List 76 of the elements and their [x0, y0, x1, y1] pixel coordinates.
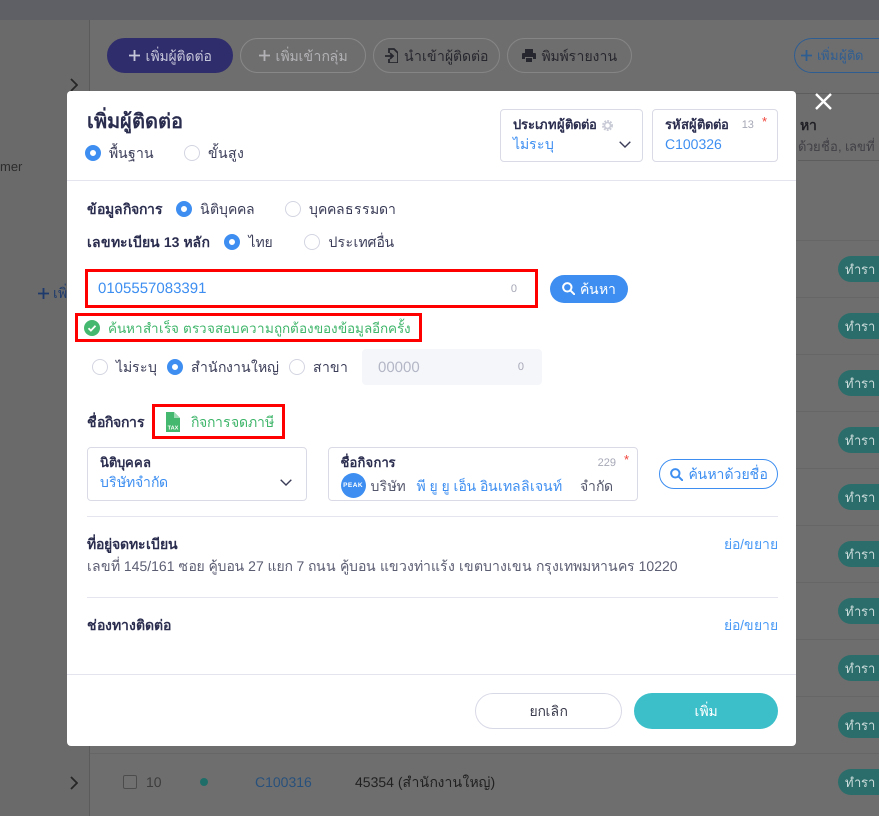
action-button[interactable]: ทำรา — [838, 370, 879, 396]
settings-icon — [602, 120, 613, 130]
field-value: พี ยู ยู เอ็น อินเทลลิเจนท์ — [416, 476, 562, 496]
char-counter: 13 — [742, 118, 754, 132]
radio-option[interactable]: ไทย — [224, 232, 272, 252]
field-label: รหัสผู้ติดต่อ — [665, 116, 729, 134]
search-icon — [670, 468, 682, 480]
name-prefix: บริษัท — [370, 476, 406, 496]
contact-code-field[interactable]: รหัสผู้ติดต่อ 13 * C100326 — [652, 109, 778, 162]
add-button[interactable]: เพิ่ม — [634, 692, 778, 728]
radio-option[interactable]: ขั้นสูง — [184, 143, 244, 163]
contact-name: 45354 (สำนักงานใหญ่) — [355, 773, 496, 792]
status-dot-icon — [200, 778, 208, 786]
chevron-down-icon — [619, 140, 631, 148]
field-value: 0105557083391 — [98, 278, 206, 298]
radio-option[interactable]: บุคคลธรรมดา — [285, 199, 396, 219]
close-button[interactable] — [814, 92, 833, 111]
search-icon — [562, 282, 575, 295]
registration-number-field[interactable]: 0105557083391 0 — [85, 269, 538, 308]
file-import-icon — [385, 48, 398, 63]
plus-icon — [128, 50, 140, 61]
action-button[interactable]: ทำรา — [838, 712, 879, 738]
section-title: ที่อยู่จดทะเบียน — [87, 534, 178, 554]
field-label: ข้อมูลกิจการ — [87, 200, 163, 219]
row-checkbox[interactable] — [123, 775, 137, 789]
field-label: ชื่อกิจการ — [87, 412, 145, 432]
radio-option[interactable]: นิติบุคคล — [176, 199, 255, 219]
action-button[interactable]: ทำรา — [838, 427, 879, 453]
sidebar-label: mer — [0, 158, 22, 176]
add-contact-button[interactable]: เพิ่มผู้ติดต่อ — [107, 38, 233, 73]
tax-status-text: กิจการจดภาษี — [191, 412, 274, 432]
chevron-down-icon — [280, 478, 292, 486]
search-by-name-button[interactable]: ค้นหาด้วยชื่อ — [659, 459, 778, 489]
search-button[interactable]: ค้นหา — [550, 274, 628, 302]
char-counter: 229 — [598, 456, 616, 470]
expand-toggle-link[interactable]: ย่อ/ขยาย — [724, 534, 778, 554]
field-value: C100326 — [665, 135, 722, 154]
field-label: ประเภทผู้ติดต่อ — [513, 116, 597, 134]
cancel-button[interactable]: ยกเลิก — [475, 692, 622, 728]
close-icon — [815, 93, 832, 110]
action-button[interactable]: ทำรา — [838, 598, 879, 624]
printer-icon — [522, 49, 536, 62]
contact-type-select[interactable]: ประเภทผู้ติดต่อ ไม่ระบุ — [500, 109, 643, 162]
action-button[interactable]: ทำรา — [838, 655, 879, 681]
action-button[interactable]: ทำรา — [838, 256, 879, 282]
plus-icon — [801, 50, 812, 61]
search-label: หา — [799, 116, 818, 135]
field-label: ชื่อกิจการ — [340, 454, 396, 472]
success-message: ค้นหาสำเร็จ ตรวจสอบความถูกต้องของข้อมูลอีกครั้ง — [108, 318, 411, 338]
plus-icon — [258, 50, 270, 61]
expand-toggle-link[interactable]: ย่อ/ขยาย — [724, 615, 778, 635]
print-button[interactable]: พิมพ์รายงาน — [507, 38, 632, 73]
name-suffix: จำกัด — [580, 476, 613, 496]
action-button[interactable]: ทำรา — [838, 541, 879, 567]
radio-option[interactable]: พื้นฐาน — [85, 143, 154, 163]
modal-title: เพิ่มผู้ติดต่อ — [87, 107, 244, 137]
selected-value: บริษัทจำกัด — [100, 473, 168, 492]
action-button[interactable]: ทำรา — [838, 484, 879, 510]
chevron-right-icon[interactable] — [70, 78, 78, 92]
required-mark: * — [624, 454, 629, 466]
field-label: นิติบุคคล — [100, 454, 151, 472]
radio-option[interactable]: ประเทศอื่น — [304, 232, 394, 252]
plus-icon — [38, 288, 49, 298]
entity-type-select[interactable]: นิติบุคคล บริษัทจำกัด — [87, 447, 307, 501]
selected-value: ไม่ระบุ — [513, 135, 554, 154]
section-title: ช่องทางติดต่อ — [87, 616, 171, 635]
address-text: เลขที่ 145/161 ซอย คู้บอน 27 แยก 7 ถนน คู้บอน แขวงท่าแร้ง เขตบางเขน กรุงเทพมหานคร 10220 — [87, 556, 679, 576]
action-button[interactable]: ทำรา — [838, 313, 879, 339]
check-circle-icon — [84, 320, 100, 336]
char-counter: 0 — [510, 282, 517, 296]
action-button[interactable]: ทำรา — [838, 769, 879, 795]
char-counter: 0 — [518, 360, 524, 374]
field-label: เลขทะเบียน 13 หลัก — [87, 233, 210, 252]
import-button[interactable]: นำเข้าผู้ติดต่อ — [373, 38, 500, 73]
placeholder-text: 00000 — [378, 358, 420, 376]
required-mark: * — [762, 116, 767, 128]
